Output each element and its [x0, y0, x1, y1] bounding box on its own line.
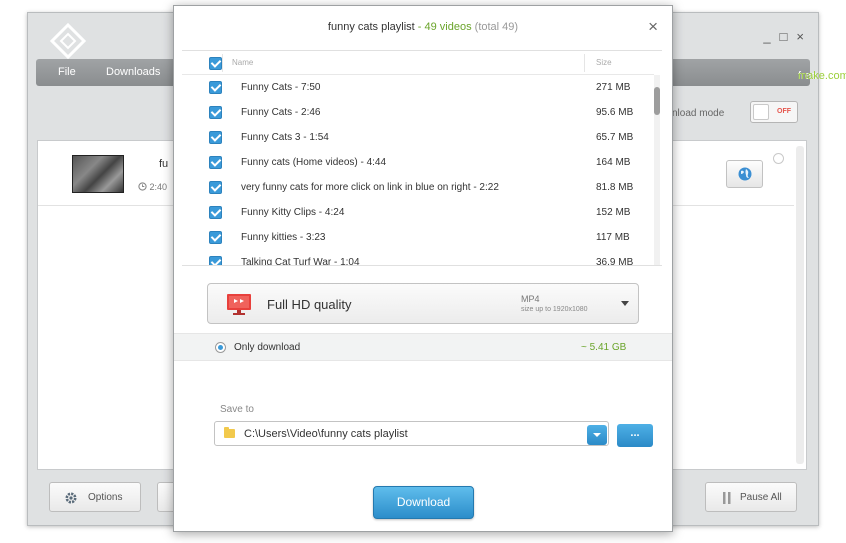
item-size: 36.9 MB: [596, 257, 634, 266]
select-all-checkbox[interactable]: [209, 57, 222, 70]
item-checkbox[interactable]: [209, 156, 222, 169]
globe-button[interactable]: [726, 160, 763, 188]
clock-icon: [138, 182, 147, 191]
pause-icon: [723, 492, 731, 504]
item-size: 81.8 MB: [596, 182, 634, 193]
item-checkbox[interactable]: [209, 231, 222, 244]
dialog-title: funny cats playlist - 49 videos (total 4…: [327, 21, 519, 33]
item-name: Funny cats (Home videos) - 4:44: [241, 157, 387, 168]
item-checkbox[interactable]: [209, 256, 222, 265]
menu-file[interactable]: File: [58, 66, 76, 78]
quality-resolution: size up to 1920x1080: [521, 306, 588, 313]
close-icon[interactable]: ×: [648, 17, 658, 37]
folder-icon: [224, 427, 235, 438]
quality-dropdown[interactable]: Full HD quality MP4 size up to 1920x1080: [207, 283, 639, 324]
chevron-down-icon: [621, 301, 629, 306]
menu-downloads[interactable]: Downloads: [106, 66, 160, 78]
screen: _ □ × File Downloads free make.com nload …: [0, 0, 846, 543]
item-checkbox[interactable]: [209, 181, 222, 194]
item-name: Funny Cats 3 - 1:54: [241, 132, 329, 143]
save-path-field[interactable]: C:\Users\Video\funny cats playlist: [214, 421, 609, 446]
pause-all-button[interactable]: Pause All: [705, 482, 797, 512]
item-name: Funny Cats - 7:50: [241, 82, 321, 93]
only-download-radio[interactable]: [215, 342, 226, 353]
item-size: 95.6 MB: [596, 107, 634, 118]
path-dropdown-button[interactable]: [587, 425, 607, 445]
list-item[interactable]: Funny kitties - 3:23 117 MB: [182, 225, 654, 250]
save-path-value: C:\Users\Video\funny cats playlist: [244, 428, 408, 440]
video-list: Name Size Funny Cats - 7:50 271 MB Funny…: [182, 50, 662, 266]
item-size: 164 MB: [596, 157, 631, 168]
item-checkbox[interactable]: [209, 131, 222, 144]
item-size: 117 MB: [596, 232, 630, 243]
quality-format: MP4: [521, 294, 540, 304]
save-to-label: Save to: [220, 404, 254, 415]
item-size: 65.7 MB: [596, 132, 634, 143]
video-title: fu: [159, 158, 169, 170]
only-download-label: Only download: [234, 342, 301, 353]
globe-icon: [738, 167, 752, 181]
list-item[interactable]: Funny cats (Home videos) - 4:44 164 MB: [182, 150, 654, 175]
close-window-button[interactable]: ×: [796, 29, 804, 44]
list-item[interactable]: Funny Cats - 2:46 95.6 MB: [182, 100, 654, 125]
list-item[interactable]: very funny cats for more click on link i…: [182, 175, 654, 200]
column-size[interactable]: Size: [596, 58, 612, 67]
quality-title: Full HD quality: [267, 297, 352, 312]
toggle-state: OFF: [777, 108, 791, 115]
diamond-logo-icon: [50, 23, 86, 59]
list-item[interactable]: Funny Cats 3 - 1:54 65.7 MB: [182, 125, 654, 150]
item-name: Funny kitties - 3:23: [241, 232, 326, 243]
column-name[interactable]: Name: [232, 58, 253, 67]
maximize-button[interactable]: □: [780, 29, 788, 44]
only-download-option[interactable]: Only download ~ 5.41 GB: [174, 333, 672, 361]
item-checkbox[interactable]: [209, 206, 222, 219]
list-item[interactable]: Funny Kitty Clips - 4:24 152 MB: [182, 200, 654, 225]
minimize-button[interactable]: _: [763, 29, 770, 44]
options-button[interactable]: Options: [49, 482, 141, 512]
browse-button[interactable]: ...: [617, 424, 653, 447]
item-name: Funny Cats - 2:46: [241, 107, 321, 118]
item-size: 271 MB: [596, 82, 631, 93]
total-size: ~ 5.41 GB: [581, 342, 627, 353]
list-item[interactable]: Talking Cat Turf War - 1:04 36.9 MB: [182, 250, 654, 266]
download-button[interactable]: Download: [373, 486, 474, 519]
item-name: Talking Cat Turf War - 1:04: [241, 257, 360, 266]
download-mode-toggle[interactable]: OFF: [750, 101, 798, 123]
item-size: 152 MB: [596, 207, 631, 218]
scrollbar[interactable]: [796, 146, 804, 464]
playlist-dialog: funny cats playlist - 49 videos (total 4…: [173, 5, 673, 532]
window-controls: _ □ ×: [763, 29, 804, 44]
item-checkbox[interactable]: [209, 106, 222, 119]
hd-monitor-icon: [227, 294, 251, 315]
list-header: Name Size: [182, 51, 654, 75]
item-name: Funny Kitty Clips - 4:24: [241, 207, 345, 218]
scrollbar-thumb[interactable]: [654, 87, 660, 115]
gear-icon: [65, 492, 77, 504]
video-thumbnail: [72, 155, 124, 193]
item-name: very funny cats for more click on link i…: [241, 182, 499, 193]
download-mode-label: nload mode: [672, 108, 725, 119]
list-rows: Funny Cats - 7:50 271 MB Funny Cats - 2:…: [182, 75, 654, 266]
list-scrollbar[interactable]: [654, 75, 660, 265]
remove-item-icon[interactable]: [773, 153, 784, 164]
item-checkbox[interactable]: [209, 81, 222, 94]
toggle-knob: [753, 104, 769, 120]
video-duration: 2:40: [138, 182, 167, 192]
list-item[interactable]: Funny Cats - 7:50 271 MB: [182, 75, 654, 100]
